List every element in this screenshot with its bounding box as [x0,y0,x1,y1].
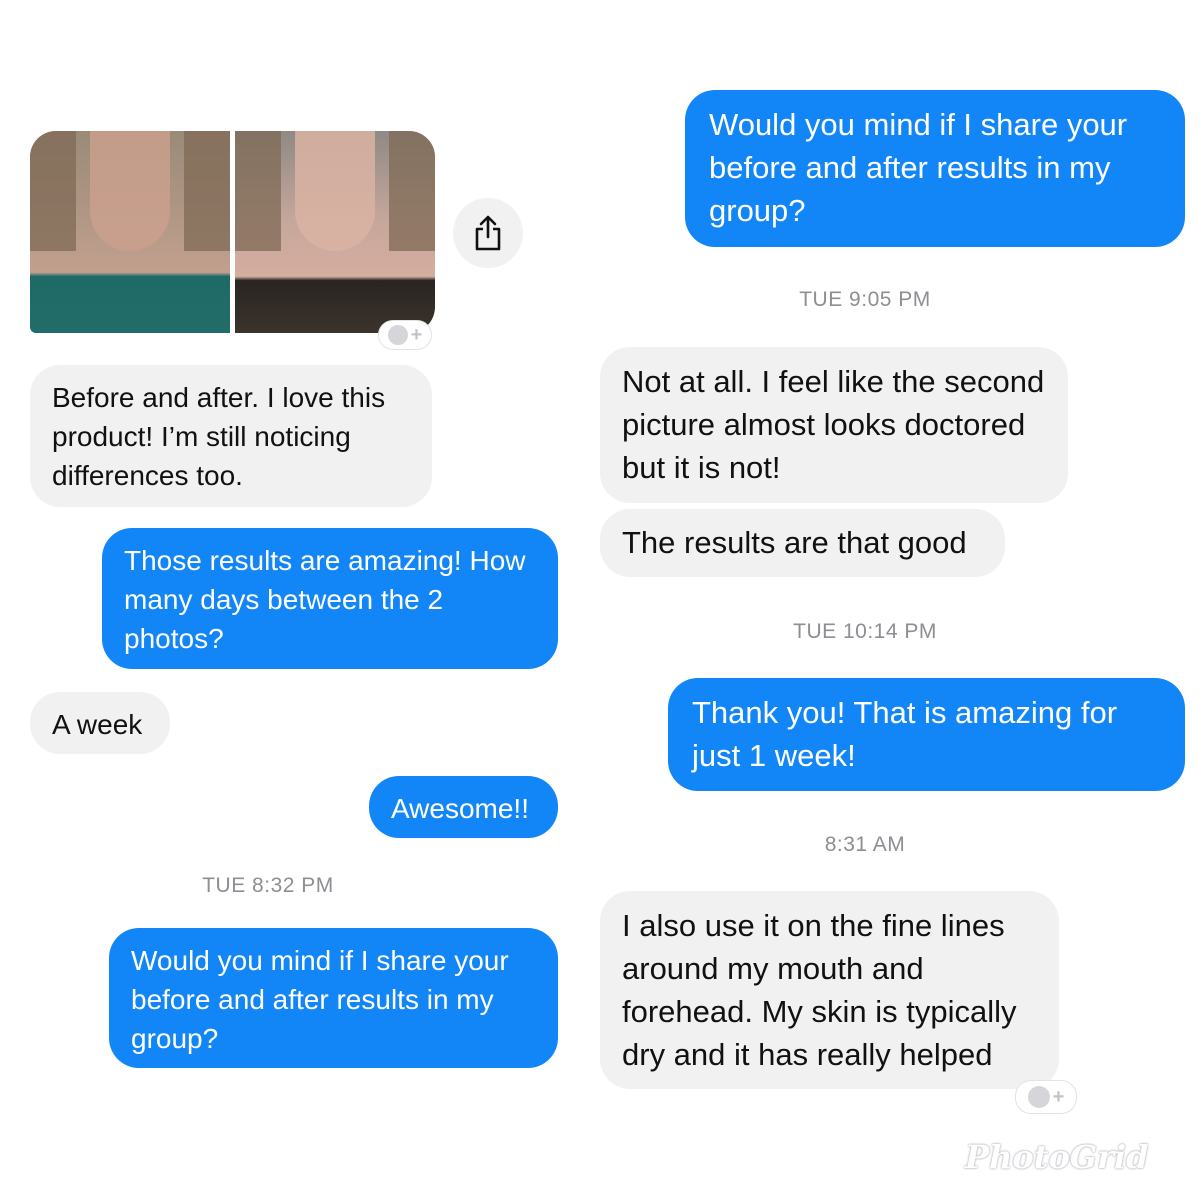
incoming-message: A week [30,692,170,754]
after-photo[interactable] [235,131,435,333]
incoming-message: Not at all. I feel like the second pictu… [600,347,1068,503]
right-conversation: Would you mind if I share your before an… [580,0,1200,1200]
incoming-message: I also use it on the fine lines around m… [600,891,1059,1089]
photo-detail [30,131,76,251]
incoming-message: Before and after. I love this product! I… [30,365,432,507]
share-button[interactable] [453,198,523,268]
outgoing-message: Would you mind if I share your before an… [109,928,558,1068]
incoming-message: The results are that good [600,509,1005,577]
left-conversation: + Before and after. I love this product!… [0,0,580,1200]
outgoing-message: Awesome!! [369,776,558,838]
message-timestamp: 8:31 AM [824,833,906,856]
photogrid-watermark: PhotoGrid [965,1138,1149,1176]
message-timestamp: TUE 9:05 PM [799,288,931,311]
outgoing-message: Thank you! That is amazing for just 1 we… [668,678,1185,791]
add-reaction-button[interactable]: + [378,320,432,350]
photo-detail [235,131,281,251]
outgoing-message: Those results are amazing! How many days… [102,528,558,669]
reaction-plus: + [410,323,423,346]
add-reaction-icon [1027,1086,1050,1108]
add-reaction-icon [387,325,408,345]
reaction-plus: + [1052,1085,1065,1108]
photo-detail [184,131,230,251]
before-photo[interactable] [30,131,230,333]
photo-detail [90,131,170,251]
message-timestamp: TUE 10:14 PM [793,620,937,643]
outgoing-message: Would you mind if I share your before an… [685,90,1185,247]
share-icon [475,215,501,251]
message-timestamp: TUE 8:32 PM [202,874,334,897]
before-after-photos[interactable] [30,131,435,333]
add-reaction-button[interactable]: + [1015,1080,1077,1114]
photo-detail [389,131,435,251]
photo-detail [295,131,375,251]
